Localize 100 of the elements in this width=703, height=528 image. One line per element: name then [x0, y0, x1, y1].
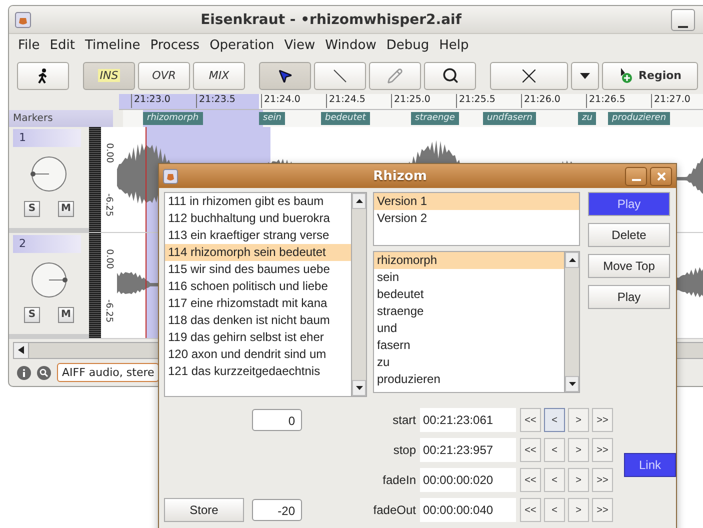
info-icon[interactable] — [17, 366, 31, 380]
menu-item[interactable]: Process — [145, 38, 205, 54]
step-button[interactable]: >> — [592, 468, 613, 492]
list-item[interactable]: bedeutet — [374, 286, 564, 303]
track-name: 2 — [13, 234, 81, 253]
list-item[interactable]: 120 axon und dendrit sind um — [165, 346, 351, 363]
action-button[interactable]: Delete — [588, 223, 670, 247]
list-item[interactable]: 121 das kurzzeitgedaechtnis — [165, 363, 351, 380]
menu-item[interactable]: Window — [320, 38, 382, 54]
marker-tag[interactable]: bedeutet — [321, 112, 370, 125]
mode-button[interactable]: MIX — [193, 62, 245, 90]
store-field[interactable]: -20 — [252, 499, 302, 521]
mode-button[interactable]: OVR — [138, 62, 190, 90]
dropdown-button[interactable] — [571, 62, 599, 90]
list-item[interactable]: 112 buchhaltung und buerokra — [165, 210, 351, 227]
solo-button[interactable]: S — [24, 200, 40, 217]
step-button[interactable]: < — [544, 438, 565, 462]
menu-item[interactable]: Operation — [204, 38, 280, 54]
menu-item[interactable]: View — [279, 38, 320, 54]
ruler-label: 21:27.0 — [651, 94, 703, 108]
step-button[interactable]: << — [520, 498, 541, 522]
status-field: AIFF audio, stere — [57, 363, 160, 382]
minimize-button[interactable] — [625, 166, 647, 186]
list-item[interactable]: und — [374, 320, 564, 337]
list-item[interactable]: 117 eine rhizomstadt mit kana — [165, 295, 351, 312]
marker-tag[interactable]: rhizomorph — [143, 112, 203, 125]
list-item[interactable]: 115 wir sind des baumes uebe — [165, 261, 351, 278]
list-item[interactable]: straenge — [374, 303, 564, 320]
close-button[interactable] — [650, 166, 672, 186]
menu-item[interactable]: File — [13, 38, 45, 54]
up-arrow-icon — [568, 258, 576, 262]
marker-tag[interactable]: zu — [578, 112, 596, 125]
list-item[interactable]: 111 in rhizomen gibt es baum — [165, 193, 351, 210]
offset-field[interactable]: 0 — [252, 409, 302, 431]
down-arrow-icon — [356, 386, 362, 390]
solo-button[interactable]: S — [24, 306, 40, 323]
transport-button[interactable] — [17, 62, 69, 90]
list-item[interactable]: Version 2 — [374, 210, 579, 227]
list-item[interactable]: 116 schoen politisch und liebe — [165, 278, 351, 295]
vertical-scrollbar[interactable] — [564, 252, 579, 392]
list-item[interactable]: 118 das denken ist nicht baum — [165, 312, 351, 329]
menu-item[interactable]: Edit — [44, 38, 80, 54]
marker-tag[interactable]: undfasern — [483, 112, 536, 125]
markers-label: Markers — [9, 110, 113, 127]
list-item[interactable]: rhizomorph — [374, 252, 564, 269]
step-button[interactable]: << — [520, 408, 541, 432]
pan-knob-icon[interactable] — [30, 154, 68, 193]
marker-tag[interactable]: produzieren — [608, 112, 670, 125]
time-label: fadeIn — [382, 473, 416, 487]
step-button[interactable]: > — [568, 408, 589, 432]
time-field[interactable]: 00:00:00:040 — [420, 498, 516, 522]
step-button[interactable]: >> — [592, 408, 613, 432]
minimize-button[interactable] — [671, 8, 695, 31]
pointer-tool-button[interactable] — [259, 62, 311, 90]
action-button[interactable]: Move Top — [588, 254, 670, 278]
list-item[interactable]: produzieren — [374, 371, 564, 388]
search-icon — [442, 67, 458, 84]
list-item[interactable]: zu — [374, 354, 564, 371]
time-field[interactable]: 00:21:23:061 — [420, 408, 516, 432]
mute-button[interactable]: M — [58, 200, 74, 217]
step-button[interactable]: >> — [592, 438, 613, 462]
mute-button[interactable]: M — [58, 306, 74, 323]
store-button[interactable]: Store — [164, 498, 244, 522]
search-icon[interactable] — [37, 366, 51, 380]
time-field[interactable]: 00:00:00:020 — [420, 468, 516, 492]
pointer-icon — [277, 68, 293, 84]
time-field[interactable]: 00:21:23:957 — [420, 438, 516, 462]
step-button[interactable]: << — [520, 438, 541, 462]
line-icon — [332, 68, 348, 84]
scale-label: 0.00 — [104, 248, 114, 269]
step-button[interactable]: > — [568, 498, 589, 522]
list-item[interactable]: 114 rhizomorph sein bedeutet — [165, 244, 351, 261]
list-item[interactable]: fasern — [374, 337, 564, 354]
step-button[interactable]: > — [568, 468, 589, 492]
step-button[interactable]: < — [544, 408, 565, 432]
menu-item[interactable]: Debug — [381, 38, 434, 54]
list-item[interactable]: sein — [374, 269, 564, 286]
action-button[interactable]: Play — [588, 192, 670, 216]
menu-item[interactable]: Help — [434, 38, 474, 54]
time-label: start — [392, 413, 416, 427]
vertical-scrollbar[interactable] — [351, 193, 366, 396]
zoom-tool-button[interactable] — [424, 62, 476, 90]
action-button[interactable]: Play — [588, 285, 670, 309]
step-button[interactable]: >> — [592, 498, 613, 522]
step-button[interactable]: << — [520, 468, 541, 492]
marker-tag[interactable]: sein — [259, 112, 286, 125]
list-item[interactable]: 119 das gehirn selbst ist eher — [165, 329, 351, 346]
list-item[interactable]: 113 ein kraeftiger strang verse — [165, 227, 351, 244]
pan-knob-icon[interactable] — [30, 260, 68, 299]
step-button[interactable]: < — [544, 468, 565, 492]
menu-item[interactable]: Timeline — [80, 38, 146, 54]
step-button[interactable]: > — [568, 438, 589, 462]
list-item[interactable]: Version 1 — [374, 193, 579, 210]
region-button[interactable]: Region — [602, 62, 698, 90]
scale-label: 0.00 — [104, 142, 114, 163]
link-button[interactable]: Link — [624, 453, 676, 477]
ruler-label: 21:25.0 — [391, 94, 456, 108]
step-button[interactable]: < — [544, 498, 565, 522]
mode-button[interactable]: INS — [83, 62, 135, 90]
marker-tag[interactable]: straenge — [411, 112, 459, 125]
